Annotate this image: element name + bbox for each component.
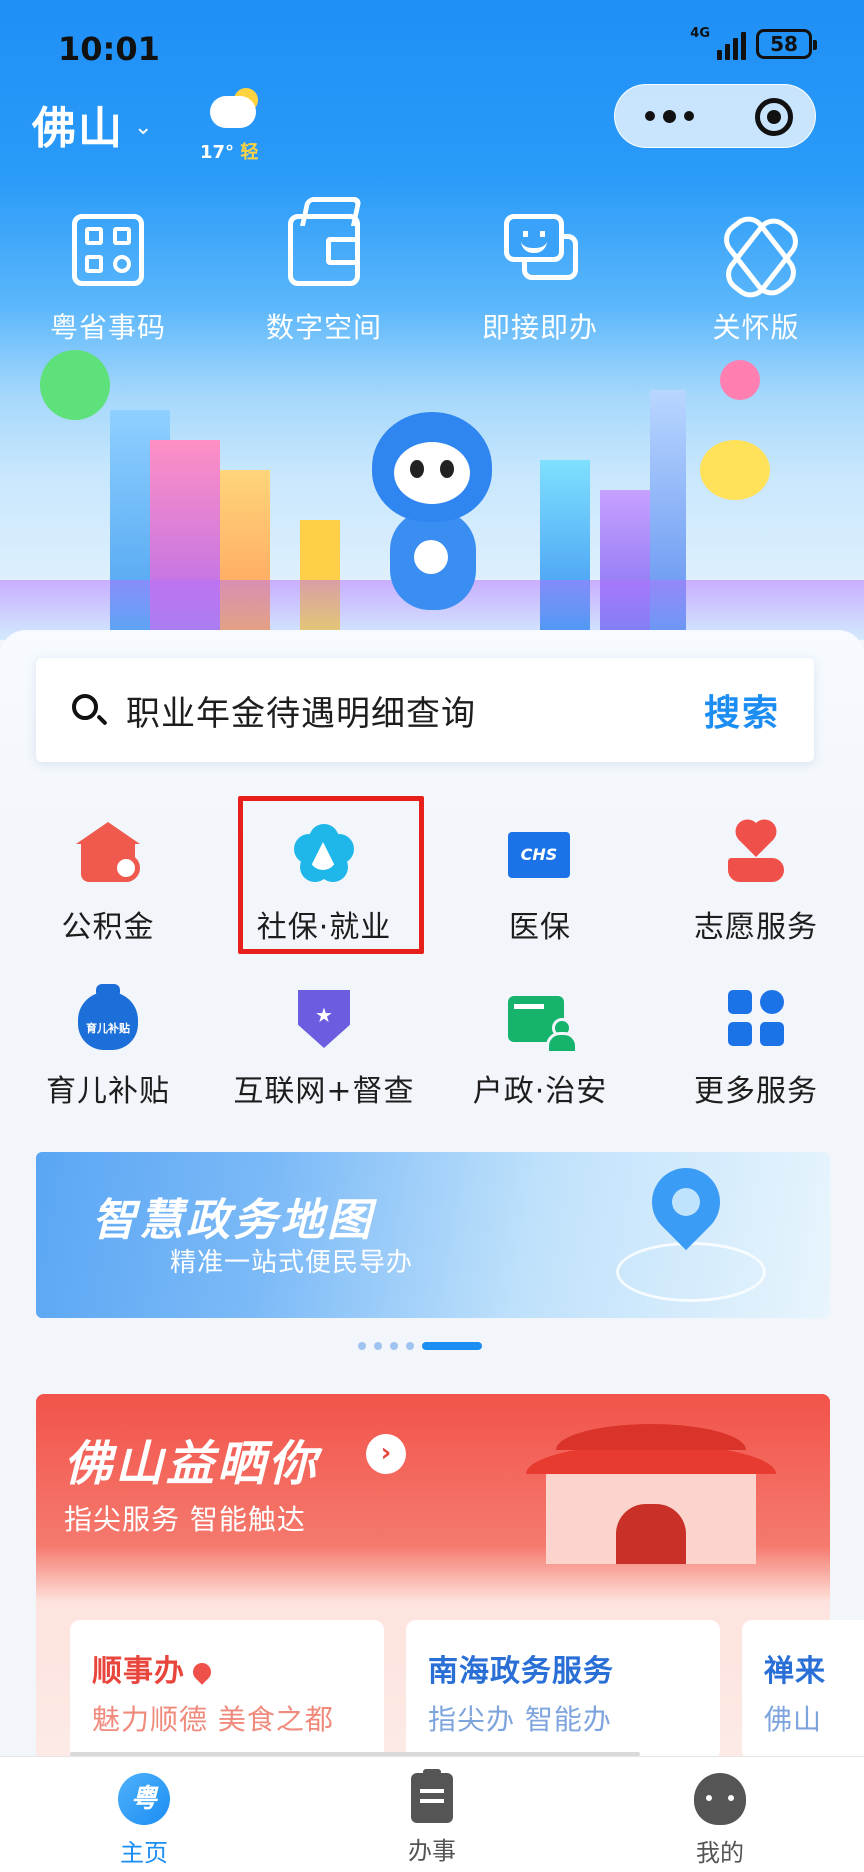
search-icon	[72, 694, 98, 720]
weather-temperature: 17° 轻	[200, 138, 258, 164]
card-title: 顺事办	[92, 1646, 215, 1690]
gate-illustration	[506, 1424, 806, 1574]
mascot-eye	[410, 460, 424, 478]
service-housing-fund[interactable]: 公积金	[0, 810, 216, 974]
service-grid: 公积金 社保·就业 CHS 医保 志愿服务 育儿补贴 育儿补贴 ★ 互联网+督查…	[0, 810, 864, 1138]
district-card-chancheng[interactable]: 禅来 佛山	[742, 1620, 864, 1760]
card-title: 南海政务服务	[428, 1654, 614, 1689]
close-miniprogram-button[interactable]	[755, 98, 793, 136]
tab-label: 主页	[120, 1839, 168, 1867]
signal-icon: 4G	[690, 26, 746, 60]
pager-dot[interactable]	[390, 1342, 398, 1350]
temperature-value: 17°	[200, 142, 235, 163]
battery-icon: 58	[756, 29, 817, 59]
chat-icon	[504, 214, 578, 286]
cloud-icon	[210, 96, 256, 128]
search-bar[interactable]: 职业年金待遇明细查询 搜索	[36, 658, 814, 762]
service-label: 育儿补贴	[46, 1074, 170, 1109]
highlight-box	[238, 796, 424, 954]
pager-dot-active[interactable]	[422, 1342, 482, 1350]
status-indicators: 4G 58	[690, 26, 817, 60]
home-icon: 粤	[118, 1773, 170, 1825]
service-label: 互联网+督查	[233, 1074, 415, 1109]
medical-insurance-icon: CHS	[508, 822, 572, 886]
more-services-icon	[724, 986, 788, 1050]
service-internet-inspection[interactable]: ★ 互联网+督查	[216, 974, 432, 1138]
tab-home[interactable]: 粤 主页	[0, 1757, 288, 1872]
service-label: 户政·治安	[472, 1074, 608, 1109]
wallet-icon	[288, 214, 360, 286]
tab-profile[interactable]: 我的	[576, 1757, 864, 1872]
location-pin-icon	[189, 1659, 215, 1685]
section-title[interactable]: 佛山益晒你	[64, 1424, 319, 1494]
task-icon	[411, 1769, 453, 1823]
banner-subtitle: 精准一站式便民导办	[170, 1248, 414, 1278]
service-volunteer[interactable]: 志愿服务	[648, 810, 864, 974]
bottom-tab-bar: 粤 主页 办事 我的	[0, 1756, 864, 1872]
map-ring-decoration	[616, 1242, 766, 1302]
smart-map-banner[interactable]: 智慧政务地图 精准一站式便民导办	[36, 1152, 830, 1318]
air-quality: 轻	[240, 142, 259, 163]
childcare-subsidy-icon: 育儿补贴	[76, 984, 140, 1050]
service-label: 更多服务	[694, 1074, 818, 1109]
mascot-badge	[414, 540, 448, 574]
card-subtitle: 佛山	[764, 1703, 823, 1736]
service-household-security[interactable]: 户政·治安	[432, 974, 648, 1138]
ribbon-icon	[720, 214, 792, 286]
service-label: 志愿服务	[694, 910, 818, 945]
status-bar: 10:01 4G 58	[0, 22, 864, 78]
inspection-icon: ★	[292, 986, 356, 1050]
card-subtitle: 指尖办 智能办	[428, 1703, 612, 1736]
housing-fund-icon	[76, 822, 140, 886]
service-label: 医保	[509, 910, 571, 945]
pager-dot[interactable]	[374, 1342, 382, 1350]
mascot-eye	[440, 460, 454, 478]
banner-title: 智慧政务地图	[92, 1195, 374, 1246]
service-childcare-subsidy[interactable]: 育儿补贴 育儿补贴	[0, 974, 216, 1138]
card-subtitle: 魅力顺德 美食之都	[92, 1703, 334, 1736]
more-options-button[interactable]	[645, 110, 694, 123]
district-card-shunde[interactable]: 顺事办 魅力顺德 美食之都	[70, 1620, 384, 1760]
chevron-right-icon[interactable]: ›	[366, 1434, 406, 1474]
city-illustration-banner	[0, 320, 864, 640]
status-time: 10:01	[58, 30, 160, 68]
profile-icon	[694, 1773, 746, 1825]
city-name: 佛山	[32, 103, 124, 154]
search-button[interactable]: 搜索	[704, 684, 780, 736]
city-selector[interactable]: 佛山 ⌄	[32, 92, 152, 156]
pager-dot[interactable]	[406, 1342, 414, 1350]
tab-label: 办事	[408, 1837, 456, 1865]
tab-label: 我的	[696, 1839, 744, 1867]
pager-dot[interactable]	[358, 1342, 366, 1350]
map-pin-icon	[637, 1153, 735, 1251]
mascot-face	[394, 442, 470, 504]
household-registration-icon	[508, 986, 578, 1054]
section-subtitle: 指尖服务 智能触达	[64, 1503, 306, 1536]
volunteer-icon	[724, 822, 788, 886]
chevron-down-icon: ⌄	[134, 114, 153, 140]
district-card-nanhai[interactable]: 南海政务服务 指尖办 智能办	[406, 1620, 720, 1760]
service-more[interactable]: 更多服务	[648, 974, 864, 1138]
carousel-pager	[358, 1342, 482, 1350]
network-type: 4G	[690, 26, 710, 41]
tab-tasks[interactable]: 办事	[288, 1757, 576, 1872]
card-title: 禅来	[764, 1654, 826, 1689]
service-medical-insurance[interactable]: CHS 医保	[432, 810, 648, 974]
search-input[interactable]: 职业年金待遇明细查询	[126, 686, 476, 735]
weather-widget[interactable]: 17° 轻	[200, 88, 270, 168]
qr-code-icon	[72, 214, 144, 286]
service-label: 公积金	[61, 910, 155, 945]
miniprogram-capsule	[614, 84, 816, 148]
